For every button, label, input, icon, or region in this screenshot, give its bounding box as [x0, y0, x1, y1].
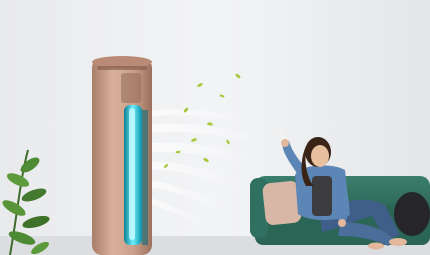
photo-scene [0, 0, 430, 255]
dark-cushion [394, 192, 430, 236]
display-panel [121, 73, 141, 103]
tower-air-conditioner [92, 56, 152, 255]
